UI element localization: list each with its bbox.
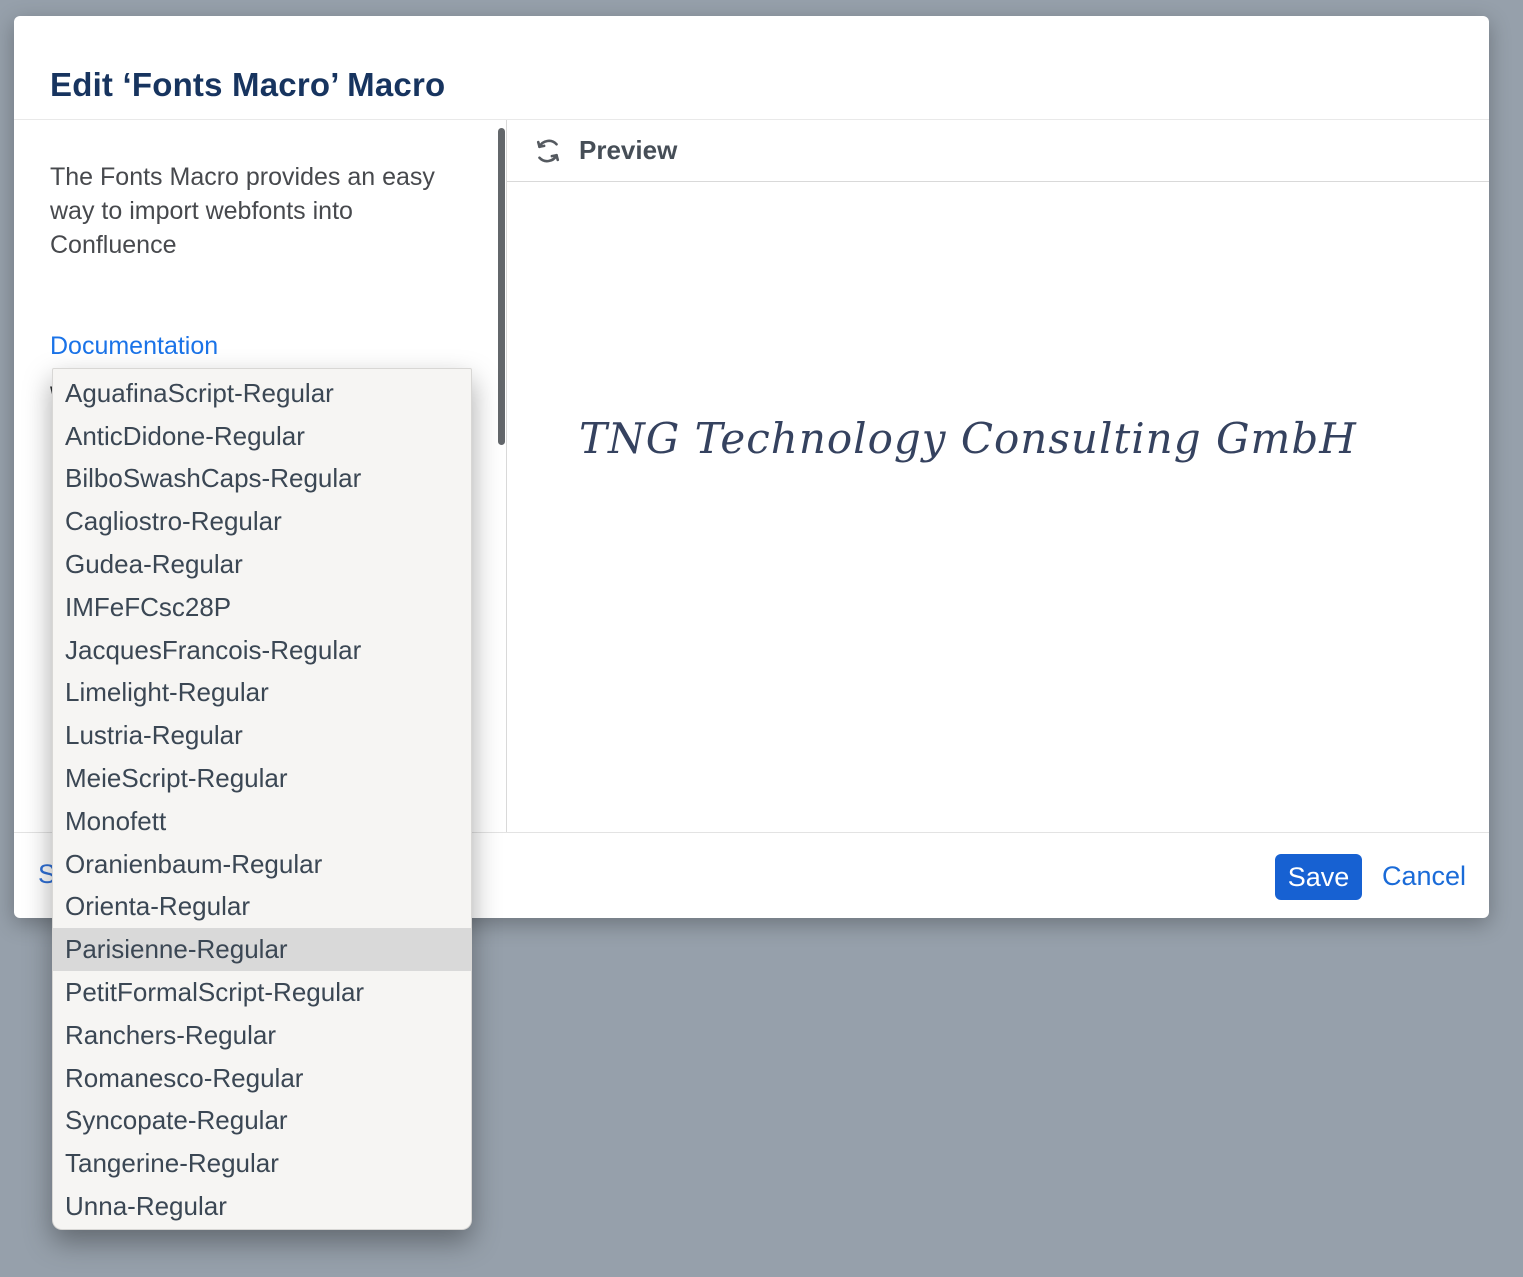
sync-icon[interactable] [533, 136, 563, 166]
preview-panel: Preview TNG Technology Consulting GmbH [507, 120, 1489, 832]
preview-sample-text: TNG Technology Consulting GmbH [579, 414, 1357, 463]
dropdown-option[interactable]: Cagliostro-Regular [53, 500, 471, 543]
dropdown-option[interactable]: PetitFormalScript-Regular [53, 971, 471, 1014]
dropdown-option[interactable]: MeieScript-Regular [53, 757, 471, 800]
dropdown-option[interactable]: Limelight-Regular [53, 672, 471, 715]
dropdown-option[interactable]: Oranienbaum-Regular [53, 843, 471, 886]
dropdown-option[interactable]: Monofett [53, 800, 471, 843]
dropdown-option[interactable]: Tangerine-Regular [53, 1142, 471, 1185]
dropdown-option[interactable]: Syncopate-Regular [53, 1100, 471, 1143]
dropdown-option[interactable]: JacquesFrancois-Regular [53, 629, 471, 672]
documentation-link[interactable]: Documentation [50, 332, 218, 361]
dropdown-option[interactable]: BilboSwashCaps-Regular [53, 458, 471, 501]
dropdown-option[interactable]: Romanesco-Regular [53, 1057, 471, 1100]
macro-description: The Fonts Macro provides an easy way to … [50, 160, 482, 262]
dropdown-option[interactable]: Ranchers-Regular [53, 1014, 471, 1057]
dropdown-option[interactable]: Unna-Regular [53, 1185, 471, 1228]
dialog-header: Edit ‘Fonts Macro’ Macro [14, 16, 1489, 120]
dropdown-option[interactable]: AguafinaScript-Regular [53, 372, 471, 415]
dropdown-option[interactable]: Parisienne-Regular [53, 928, 471, 971]
dropdown-option[interactable]: Lustria-Regular [53, 714, 471, 757]
save-button[interactable]: Save [1275, 854, 1362, 900]
cancel-button[interactable]: Cancel [1382, 861, 1466, 892]
dropdown-option[interactable]: Orienta-Regular [53, 886, 471, 929]
left-panel-scrollbar[interactable] [498, 128, 505, 445]
webfont-dropdown: AguafinaScript-RegularAnticDidone-Regula… [52, 368, 472, 1230]
preview-header: Preview [507, 120, 1489, 182]
preview-label: Preview [579, 135, 677, 166]
preview-area: TNG Technology Consulting GmbH [507, 182, 1489, 832]
dialog-title: Edit ‘Fonts Macro’ Macro [50, 66, 445, 104]
dropdown-option[interactable]: Gudea-Regular [53, 543, 471, 586]
dropdown-option[interactable]: AnticDidone-Regular [53, 415, 471, 458]
dropdown-option[interactable]: IMFeFCsc28P [53, 586, 471, 629]
